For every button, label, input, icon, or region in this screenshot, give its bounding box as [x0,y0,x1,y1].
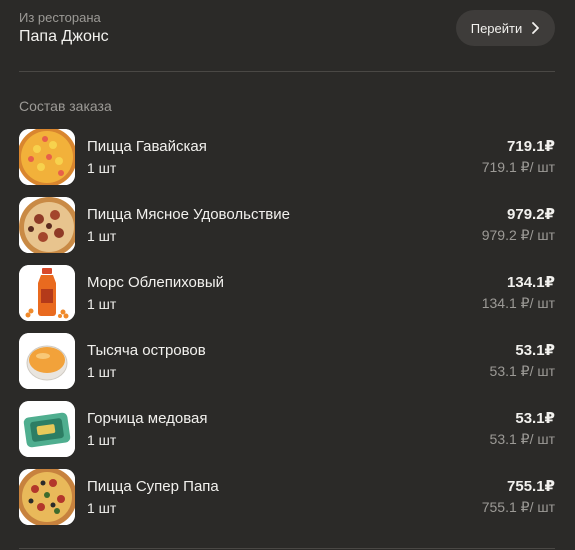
hawaiian-pizza-image [19,129,75,185]
item-unit-price: 53.1 ₽/ шт [489,431,555,447]
item-total-price: 53.1₽ [515,410,555,427]
goto-restaurant-button[interactable]: Перейти [456,10,555,46]
order-item[interactable]: Пицца Гавайская 1 шт 719.1₽ 719.1 ₽/ шт [19,129,555,185]
item-quantity: 1 шт [87,160,117,176]
order-item[interactable]: Горчица медовая 1 шт 53.1₽ 53.1 ₽/ шт [19,401,555,457]
item-total-price: 979.2₽ [507,206,555,223]
item-total-price: 719.1₽ [507,138,555,155]
header-divider [19,71,555,72]
item-name: Пицца Мясное Удовольствие [87,206,290,223]
item-total-price: 53.1₽ [515,342,555,359]
item-name: Тысяча островов [87,342,206,359]
order-item[interactable]: Пицца Мясное Удовольствие 1 шт 979.2₽ 97… [19,197,555,253]
item-quantity: 1 шт [87,296,117,312]
restaurant-name: Папа Джонс [19,28,109,45]
order-item[interactable]: Морс Облепиховый 1 шт 134.1₽ 134.1 ₽/ шт [19,265,555,321]
chevron-right-icon [532,22,540,34]
super-papa-pizza-image [19,469,75,525]
from-restaurant-label: Из ресторана [19,10,101,25]
item-quantity: 1 шт [87,500,117,516]
order-composition-title: Состав заказа [19,98,112,114]
goto-button-label: Перейти [470,20,523,36]
sea-buckthorn-drink-image [19,265,75,321]
item-name: Пицца Супер Папа [87,478,219,495]
item-total-price: 134.1₽ [507,274,555,291]
item-unit-price: 979.2 ₽/ шт [481,227,555,243]
item-quantity: 1 шт [87,364,117,380]
order-item[interactable]: Тысяча островов 1 шт 53.1₽ 53.1 ₽/ шт [19,333,555,389]
item-unit-price: 719.1 ₽/ шт [481,159,555,175]
order-items-list: Пицца Гавайская 1 шт 719.1₽ 719.1 ₽/ шт [19,129,555,537]
order-details-panel: Из ресторана Папа Джонс Перейти Состав з… [0,0,575,550]
item-name: Морс Облепиховый [87,274,224,291]
item-total-price: 755.1₽ [507,478,555,495]
item-unit-price: 134.1 ₽/ шт [481,295,555,311]
item-quantity: 1 шт [87,432,117,448]
item-name: Горчица медовая [87,410,208,427]
honey-mustard-sauce-image [19,401,75,457]
item-quantity: 1 шт [87,228,117,244]
item-unit-price: 53.1 ₽/ шт [489,363,555,379]
footer-divider [19,548,555,549]
item-name: Пицца Гавайская [87,138,207,155]
thousand-island-sauce-image [19,333,75,389]
restaurant-header: Из ресторана Папа Джонс Перейти [19,0,555,72]
order-item[interactable]: Пицца Супер Папа 1 шт 755.1₽ 755.1 ₽/ шт [19,469,555,525]
item-unit-price: 755.1 ₽/ шт [481,499,555,515]
meat-pizza-image [19,197,75,253]
